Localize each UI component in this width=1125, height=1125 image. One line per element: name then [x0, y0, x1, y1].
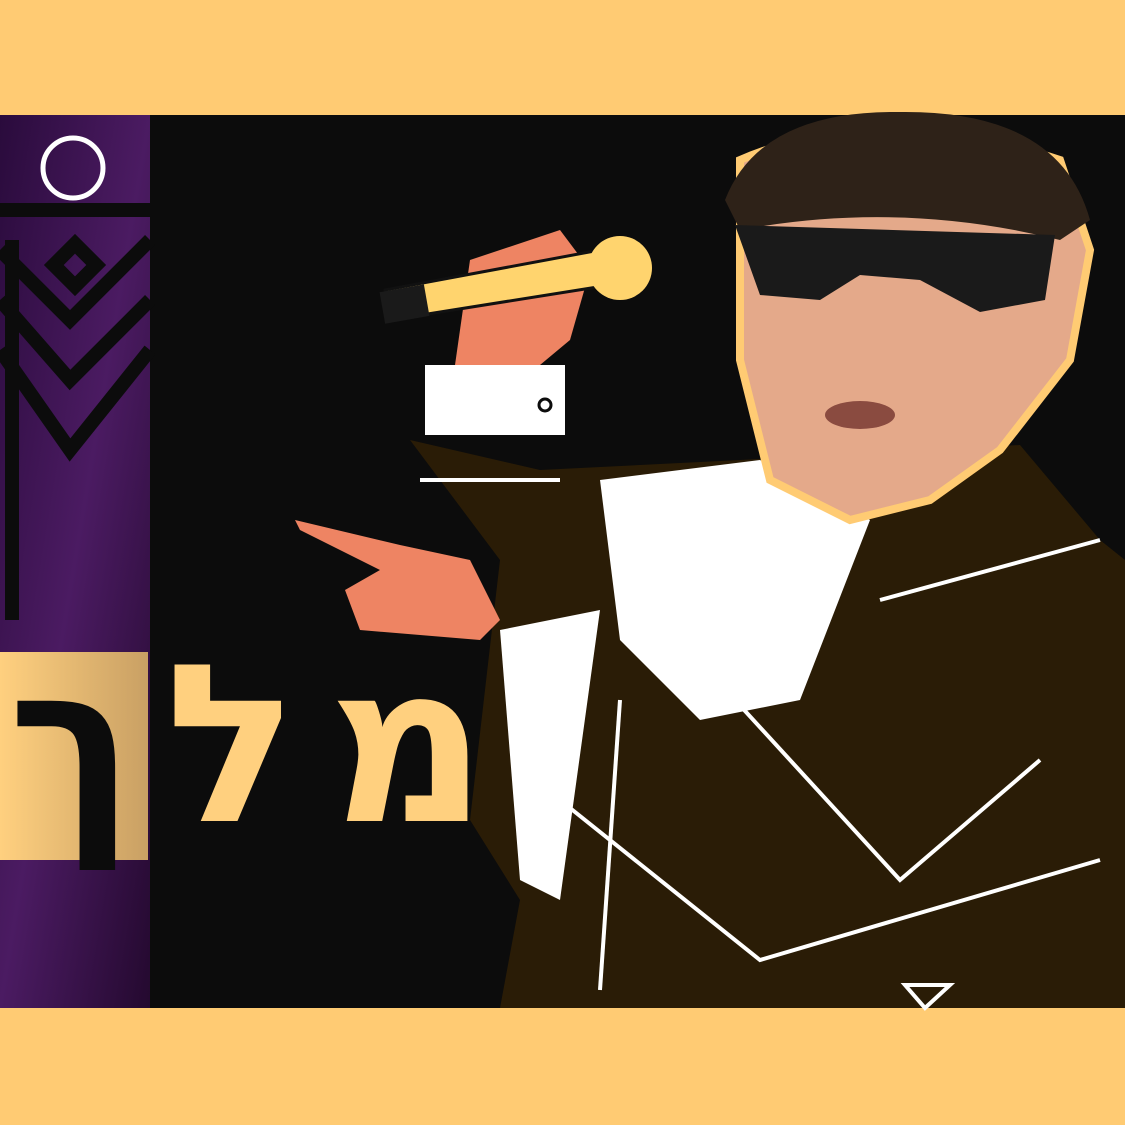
title-text: מלך	[8, 630, 528, 870]
top-frame-band	[0, 0, 1125, 115]
cover-artwork	[0, 0, 1125, 1125]
bottom-frame-band	[0, 1008, 1125, 1125]
mouth	[825, 401, 895, 429]
